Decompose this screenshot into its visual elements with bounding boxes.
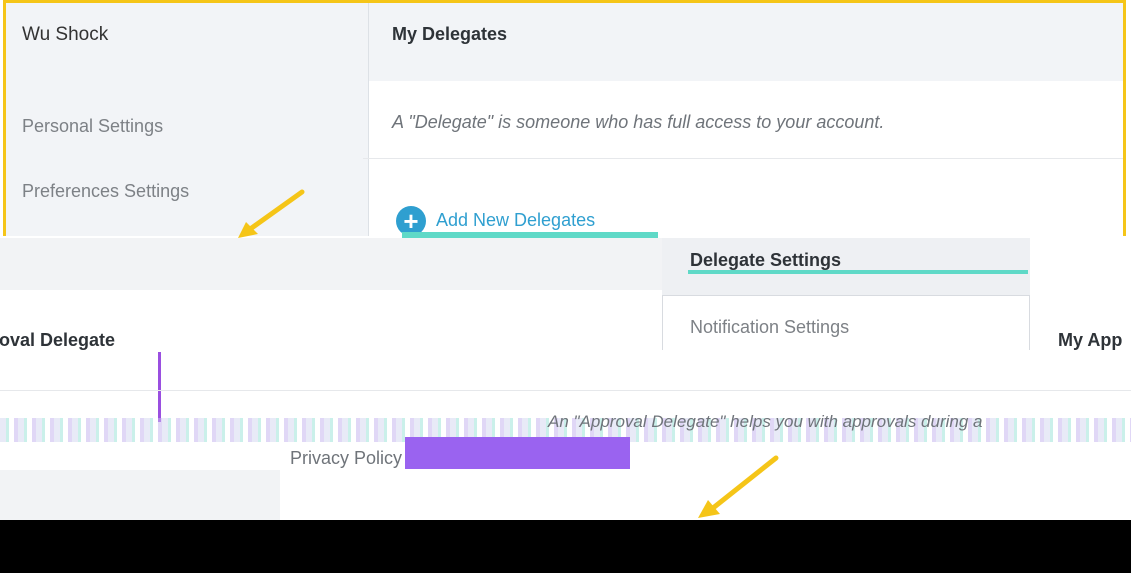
sidebar-item-personal-settings[interactable]: Personal Settings	[22, 116, 163, 137]
page-title: My Delegates	[392, 24, 508, 44]
sidebar-item-notification-settings[interactable]: Notification Settings	[690, 317, 849, 338]
pointer-arrow-icon	[698, 455, 779, 518]
background-panel	[0, 470, 280, 520]
approval-delegate-description: An "Approval Delegate" helps you with ap…	[548, 412, 983, 431]
sidebar-item-preferences-settings[interactable]: Preferences Settings	[22, 181, 189, 202]
user-name: Wu Shock	[22, 24, 109, 45]
header-band	[0, 238, 662, 290]
delegates-description: A "Delegate" is someone who has full acc…	[392, 112, 885, 132]
render-artifact	[688, 270, 1028, 274]
divider	[0, 390, 1131, 391]
render-artifact	[158, 352, 161, 422]
my-approval-delegates-title: My App	[1058, 330, 1123, 350]
background-panel	[280, 470, 625, 520]
add-new-delegates-label: Add New Delegates	[436, 210, 596, 230]
sidebar-item-privacy-policy[interactable]: Privacy Policy	[290, 448, 402, 469]
black-bar	[0, 520, 1131, 573]
divider	[363, 158, 1123, 159]
sidebar-item-delegate-settings[interactable]: Delegate Settings	[690, 250, 841, 271]
render-artifact	[405, 437, 630, 469]
approval-delegate-title: roval Delegate	[0, 330, 116, 350]
